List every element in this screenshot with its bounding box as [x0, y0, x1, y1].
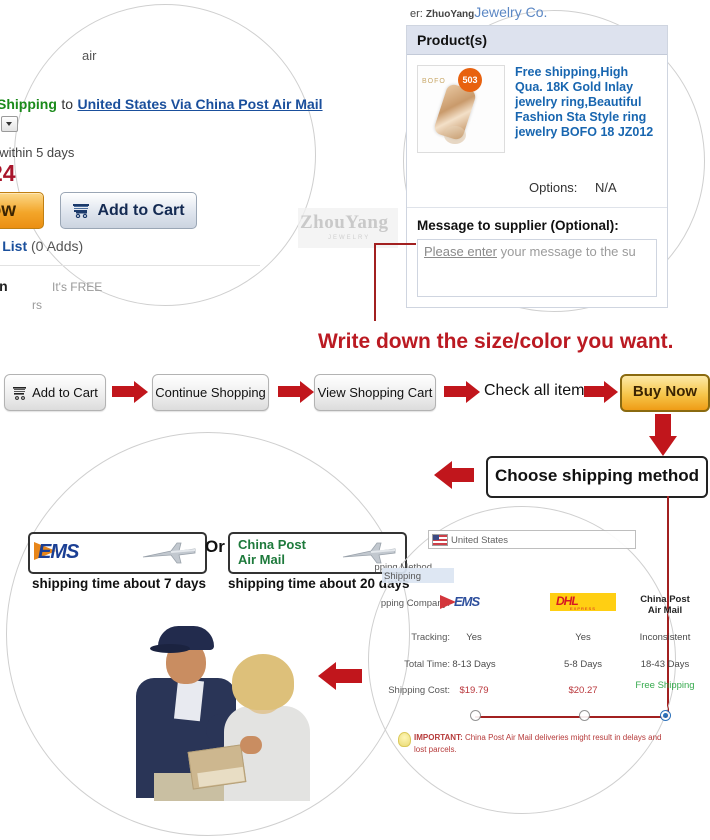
dhl-radio[interactable]	[579, 710, 590, 721]
dhl-cost: $20.27	[568, 685, 598, 696]
china-post-header-line2: Air Mail	[647, 605, 683, 616]
us-flag-icon	[432, 534, 448, 546]
ems-logo-text: EMS	[454, 594, 480, 609]
products-header: Product(s)	[407, 26, 667, 55]
flow-step-continue-shopping[interactable]: Continue Shopping	[152, 374, 269, 411]
ems-logo-label: EMS	[38, 541, 79, 563]
dhl-tracking: Yes	[575, 632, 591, 643]
buyer-protection-label: tion	[0, 278, 8, 294]
wish-list-row[interactable]: sh List (0 Adds)	[0, 238, 83, 254]
message-section: Message to supplier (Optional): Please e…	[407, 207, 667, 307]
air-text-fragment: air	[82, 48, 97, 63]
add-to-cart-label: Add to Cart	[97, 202, 185, 219]
watermark-sub: JEWELRY	[328, 235, 371, 241]
flow-step-check-items: Check all items	[484, 382, 593, 399]
dispatch-time: t within 5 days	[0, 145, 75, 160]
dhl-total-time: 5-8 Days	[563, 659, 602, 670]
shipping-options-table: United States pping Method Shipping ppin…	[352, 520, 710, 810]
china-post-line1: China Post	[238, 537, 306, 552]
chevron-down-icon[interactable]	[1, 115, 18, 132]
product-row: BOFO 503 Free shipping,High Qua. 18K Gol…	[407, 55, 667, 180]
ems-shipping-time: shipping time about 7 days	[32, 576, 207, 591]
free-shipping-label: Shipping	[0, 96, 57, 112]
sellers-fragment: rs	[32, 298, 42, 310]
country-select[interactable]: United States	[428, 530, 636, 549]
ems-total-time: 8-13 Days	[452, 659, 496, 670]
customer-hair	[232, 654, 294, 710]
thumbnail-watermark: BOFO	[422, 78, 446, 85]
options-label: Options:	[529, 180, 578, 195]
add-to-cart-button[interactable]: Add to Cart	[60, 192, 197, 229]
seller-prefix: er:	[410, 8, 423, 20]
country-value: United States	[451, 534, 509, 546]
connector-line-vertical	[374, 243, 376, 321]
china-post-header: China Post Air Mail	[620, 594, 710, 616]
flow-step-add-to-cart[interactable]: Add to Cart	[4, 374, 106, 411]
buy-now-button[interactable]: y Now	[0, 192, 44, 229]
write-size-color-note: Write down the size/color you want.	[318, 330, 674, 353]
ems-carrier-box: EMS	[28, 532, 207, 574]
message-label: Message to supplier (Optional):	[417, 218, 619, 233]
china-post-tracking: Inconsistent	[639, 632, 691, 643]
flow-step-buy-now[interactable]: Buy Now	[620, 374, 710, 412]
ems-tracking: Yes	[466, 632, 482, 643]
quantity-badge: 503	[458, 68, 482, 92]
message-textarea[interactable]: Please enter your message to the su	[417, 239, 657, 297]
china-post-logo-label: China Post Air Mail	[238, 537, 306, 567]
ems-radio[interactable]	[470, 710, 481, 721]
flow-step-1-label: Add to Cart	[32, 385, 98, 400]
delivery-photo	[128, 608, 318, 801]
china-post-line2: Air Mail	[238, 552, 285, 567]
china-post-header-line1: China Post	[640, 594, 690, 605]
flow-step-2-label: Continue Shopping	[155, 385, 266, 400]
seller-brand: ZhuoYang	[425, 9, 475, 20]
ring-reflection	[444, 126, 466, 144]
wish-list-count: (0 Adds)	[31, 238, 84, 254]
dhl-logo-sub: EXPRESS	[570, 606, 596, 611]
courier-cap-brim	[150, 644, 190, 653]
wish-list-label: sh List	[0, 238, 28, 254]
airplane-icon	[141, 540, 199, 571]
divider	[0, 265, 260, 266]
flow-step-3-label: View Shopping Cart	[317, 385, 433, 400]
lightbulb-icon	[398, 732, 411, 747]
product-options-row: Options: N/A	[407, 180, 667, 207]
free-shipping-tab-label: Shipping	[384, 571, 421, 582]
seller-line: er: ZhuoYangJewelry Co.	[410, 4, 547, 20]
important-note: IMPORTANT: China Post Air Mail deliverie…	[414, 732, 664, 756]
choose-shipping-method-box[interactable]: Choose shipping method	[486, 456, 708, 498]
to-label: to	[61, 96, 74, 112]
message-placeholder-underlined: Please enter	[424, 244, 497, 259]
shipping-destination-row: Shipping to United States Via China Post…	[0, 95, 330, 133]
shopping-cart-icon	[72, 196, 92, 231]
watermark-brand: ZhouYang	[300, 212, 389, 233]
china-post-total-time: 18-43 Days	[640, 659, 690, 670]
courier-shirt	[173, 678, 205, 722]
buyer-protection-free: It's FREE	[52, 280, 103, 294]
flow-step-view-cart[interactable]: View Shopping Cart	[314, 374, 436, 411]
ems-logo-icon: EMS	[440, 592, 508, 612]
row-label-company: pping Company:	[380, 598, 450, 609]
message-placeholder-rest: your message to the su	[497, 244, 636, 259]
dhl-logo-icon: DHL EXPRESS	[550, 593, 616, 611]
seller-company: Jewelry Co.	[474, 4, 548, 20]
shipping-destination-link[interactable]: United States Via China Post Air Mail	[77, 96, 322, 112]
ems-cost: $19.79	[459, 685, 489, 696]
product-thumbnail[interactable]: BOFO 503	[417, 65, 505, 153]
order-message-panel: er: ZhuoYangJewelry Co. Product(s) BOFO …	[398, 0, 710, 312]
product-title[interactable]: Free shipping,High Qua. 18K Gold Inlay j…	[515, 65, 657, 170]
china-post-cost: Free Shipping	[635, 680, 695, 691]
customer-hand	[240, 736, 262, 754]
or-label: Or	[205, 537, 225, 556]
options-value: N/A	[595, 180, 617, 195]
china-post-radio[interactable]	[660, 710, 671, 721]
important-label: IMPORTANT:	[414, 733, 463, 742]
product-order-box: Product(s) BOFO 503 Free shipping,High Q…	[406, 25, 668, 308]
shopping-cart-icon	[12, 378, 29, 413]
watermark: ZhouYang JEWELRY	[298, 208, 398, 248]
connector-line-horizontal	[374, 243, 416, 245]
price-value: 24	[0, 160, 16, 186]
product-buy-panel: air Shipping to United States Via China …	[0, 0, 330, 310]
